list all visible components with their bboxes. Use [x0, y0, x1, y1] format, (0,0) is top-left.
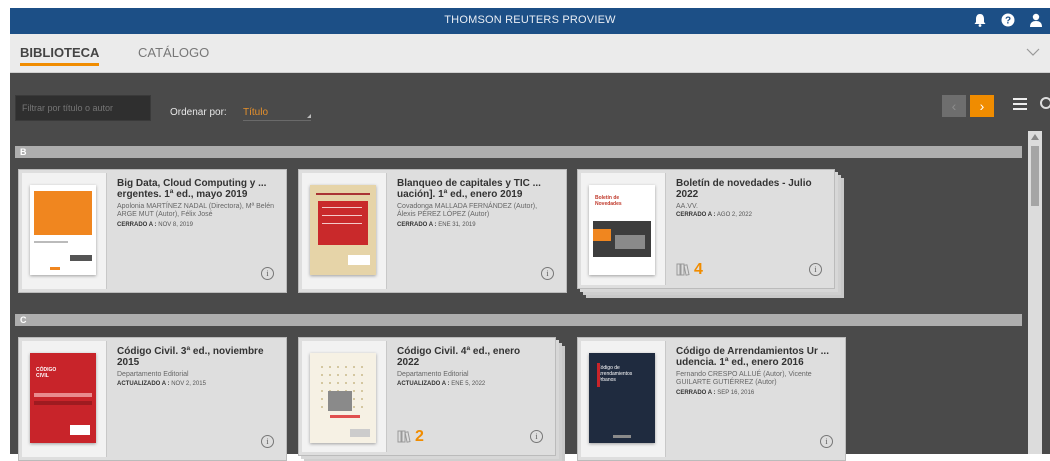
status-date: ENE 31, 2019 [438, 222, 476, 228]
cover-frame: CÓDIGO CIVIL [22, 341, 107, 457]
book-title[interactable]: Blanqueo de capitales y TIC ... uación].… [397, 178, 556, 200]
user-icon[interactable] [1028, 12, 1044, 28]
status-label: ACTUALIZADO A : [117, 381, 170, 387]
info-icon[interactable]: i [261, 435, 274, 448]
editions-icon [397, 429, 411, 443]
header-icons: ? [972, 12, 1044, 28]
book-cover[interactable] [30, 185, 96, 275]
help-icon[interactable]: ? [1000, 12, 1016, 28]
cover-frame: Boletín de Novedades [581, 173, 666, 285]
book-cover[interactable]: CÓDIGO CIVIL [30, 353, 96, 443]
status-date: SEP 16, 2016 [717, 390, 755, 396]
book-cover[interactable]: Código de Arrendamientos Urbanos [589, 353, 655, 443]
book-card-stack[interactable]: Código Civil. 4ª ed., enero 2022 Departa… [298, 337, 556, 456]
cover-frame [302, 173, 387, 289]
info-icon[interactable]: i [820, 435, 833, 448]
book-status: ACTUALIZADO A : ENE 5, 2022 [397, 381, 545, 387]
tab-catalogo[interactable]: CATÁLOGO [138, 45, 209, 60]
info-icon[interactable]: i [530, 430, 543, 443]
status-label: CERRADO A : [676, 212, 716, 218]
book-card-stack[interactable]: Boletín de Novedades Boletín de novedade… [577, 169, 835, 289]
book-card[interactable]: Big Data, Cloud Computing y ... ergentes… [18, 169, 287, 293]
book-title[interactable]: Boletín de novedades - Julio 2022 [676, 178, 824, 200]
bell-icon[interactable] [972, 12, 988, 28]
editions-count: 2 [415, 428, 424, 445]
section-header-b: B [15, 146, 1022, 158]
book-authors: Fernando CRESPO ALLUÉ (Autor), Vicente G… [676, 371, 812, 386]
sort-select-value: Título [243, 107, 269, 118]
book-title[interactable]: Código Civil. 3ª ed., noviembre 2015 [117, 346, 276, 368]
book-status: CERRADO A : AGO 2, 2022 [676, 212, 824, 218]
svg-text:?: ? [1005, 16, 1011, 27]
book-status: CERRADO A : SEP 16, 2016 [676, 390, 835, 396]
library-panel: Ordenar por: Título ‹ › B Big Data, Clou… [10, 73, 1050, 461]
search-icon[interactable] [1040, 97, 1050, 109]
editions-icon [676, 262, 690, 276]
book-status: ACTUALIZADO A : NOV 2, 2015 [117, 381, 276, 387]
book-title[interactable]: Código de Arrendamientos Ur ... udencia.… [676, 346, 835, 368]
status-label: CERRADO A : [676, 390, 716, 396]
tab-bar: BIBLIOTECA CATÁLOGO [10, 34, 1050, 73]
cover-frame [302, 341, 387, 452]
book-cover[interactable] [310, 353, 376, 443]
app-title: THOMSON REUTERS PROVIEW [444, 14, 616, 26]
book-card[interactable]: Código de Arrendamientos Urbanos Código … [577, 337, 846, 461]
book-authors: Departamento Editorial [397, 371, 469, 378]
status-date: ENE 5, 2022 [451, 381, 486, 387]
chevron-down-icon[interactable] [1026, 44, 1040, 62]
tab-biblioteca[interactable]: BIBLIOTECA [20, 45, 100, 66]
dropdown-triangle-icon [307, 114, 311, 118]
book-authors: AA.VV. [676, 203, 698, 210]
sort-label: Ordenar por: [170, 107, 227, 118]
section-letter: B [20, 147, 27, 157]
status-label: CERRADO A : [117, 222, 157, 228]
next-page-button[interactable]: › [970, 95, 994, 117]
sort-select[interactable]: Título [243, 107, 311, 121]
status-label: CERRADO A : [397, 222, 437, 228]
vertical-scrollbar[interactable] [1028, 131, 1042, 454]
book-status: CERRADO A : ENE 31, 2019 [397, 222, 556, 228]
book-authors: Covadonga MALLADA FERNÁNDEZ (Autor), Ále… [397, 203, 538, 218]
cover-frame: Código de Arrendamientos Urbanos [581, 341, 666, 457]
info-icon[interactable]: i [809, 263, 822, 276]
status-date: NOV 2, 2015 [171, 381, 206, 387]
filter-input[interactable] [15, 95, 151, 121]
scroll-up-icon[interactable] [1031, 134, 1039, 140]
book-card[interactable]: CÓDIGO CIVIL Código Civil. 3ª ed., novie… [18, 337, 287, 461]
info-icon[interactable]: i [261, 267, 274, 280]
section-letter: C [20, 315, 27, 325]
book-cover[interactable] [310, 185, 376, 275]
scrollbar-thumb[interactable] [1031, 146, 1039, 206]
book-title[interactable]: Código Civil. 4ª ed., enero 2022 [397, 346, 545, 368]
book-status: CERRADO A : NOV 8, 2019 [117, 222, 276, 228]
prev-page-button[interactable]: ‹ [942, 95, 966, 117]
book-cover[interactable]: Boletín de Novedades [589, 185, 655, 275]
status-label: ACTUALIZADO A : [397, 381, 450, 387]
info-icon[interactable]: i [541, 267, 554, 280]
status-date: AGO 2, 2022 [716, 212, 752, 218]
editions-count: 4 [694, 261, 703, 278]
book-card[interactable]: Blanqueo de capitales y TIC ... uación].… [298, 169, 567, 293]
section-header-c: C [15, 314, 1022, 326]
cover-frame [22, 173, 107, 289]
book-title[interactable]: Big Data, Cloud Computing y ... ergentes… [117, 178, 276, 200]
app-header: THOMSON REUTERS PROVIEW ? [10, 8, 1050, 34]
book-authors: Apolonia MARTÍNEZ NADAL (Directora), Mª … [117, 203, 275, 218]
book-authors: Departamento Editorial [117, 371, 189, 378]
list-view-icon[interactable] [1013, 98, 1027, 112]
status-date: NOV 8, 2019 [158, 222, 193, 228]
